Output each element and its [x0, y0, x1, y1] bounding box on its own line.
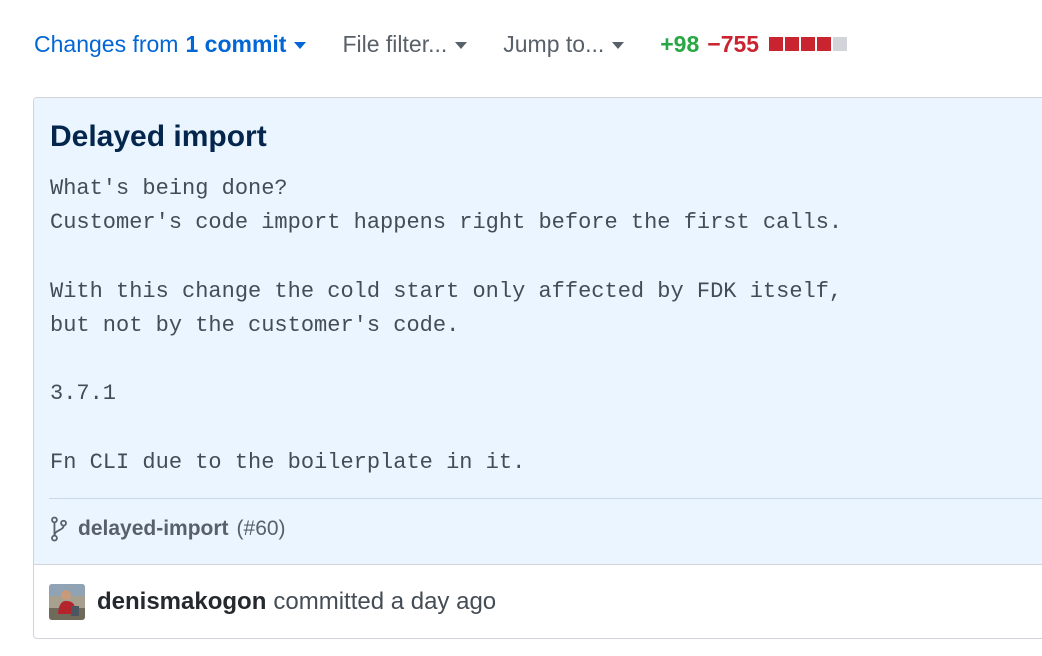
git-branch-icon	[51, 516, 67, 542]
pr-files-toolbar: Changes from 1 commit File filter... Jum…	[34, 26, 849, 62]
description-line: Customer's code import happens right bef…	[50, 210, 843, 236]
commit-title: Delayed import	[50, 120, 267, 153]
commit-description: What's being done? Customer's code import…	[50, 172, 842, 480]
file-filter-dropdown[interactable]: File filter...	[342, 30, 468, 58]
divider	[49, 498, 1042, 499]
chevron-down-icon	[294, 41, 307, 49]
description-line	[50, 411, 842, 445]
description-line: 3.7.1	[50, 381, 117, 407]
changes-from-dropdown[interactable]: Changes from 1 commit	[34, 30, 307, 58]
diffstat-blocks	[769, 37, 849, 51]
description-line	[50, 343, 842, 377]
description-line: What's being done?	[50, 176, 288, 201]
branch-row: delayed-import (#60)	[50, 516, 286, 542]
chevron-down-icon	[455, 41, 468, 49]
pull-request-ref-link[interactable]: (#60)	[237, 517, 286, 541]
jump-to-label: Jump to...	[503, 30, 605, 57]
avatar[interactable]	[49, 583, 85, 620]
diffstat-block-deleted	[769, 37, 784, 51]
branch-name-link[interactable]: delayed-import	[78, 517, 229, 541]
description-line	[50, 240, 842, 274]
file-filter-label: File filter...	[342, 30, 448, 57]
changes-count-label: 1 commit	[185, 30, 287, 57]
commit-meta: denismakogon committed a day ago	[34, 564, 1042, 638]
description-line: but not by the customer's code.	[50, 312, 460, 338]
diffstat-block-neutral	[833, 37, 848, 51]
jump-to-dropdown[interactable]: Jump to...	[503, 30, 625, 58]
diffstat-block-deleted	[785, 37, 800, 51]
diffstat-block-deleted	[801, 37, 816, 51]
additions-count: +98	[660, 30, 700, 57]
description-line: Fn CLI due to the boilerplate in it.	[50, 449, 526, 475]
deletions-count: −755	[707, 30, 760, 57]
commit-action-text: committed a day ago	[273, 587, 497, 615]
diffstat: +98 −755	[660, 31, 849, 58]
commit-box: Delayed import What's being done? Custome…	[33, 97, 1042, 639]
description-line: With this change the cold start only aff…	[50, 278, 843, 304]
chevron-down-icon	[612, 41, 625, 49]
diffstat-block-deleted	[817, 37, 832, 51]
changes-prefix-label: Changes from	[34, 30, 179, 57]
commit-header: Delayed import What's being done? Custome…	[34, 98, 1042, 564]
author-link[interactable]: denismakogon	[97, 588, 266, 616]
